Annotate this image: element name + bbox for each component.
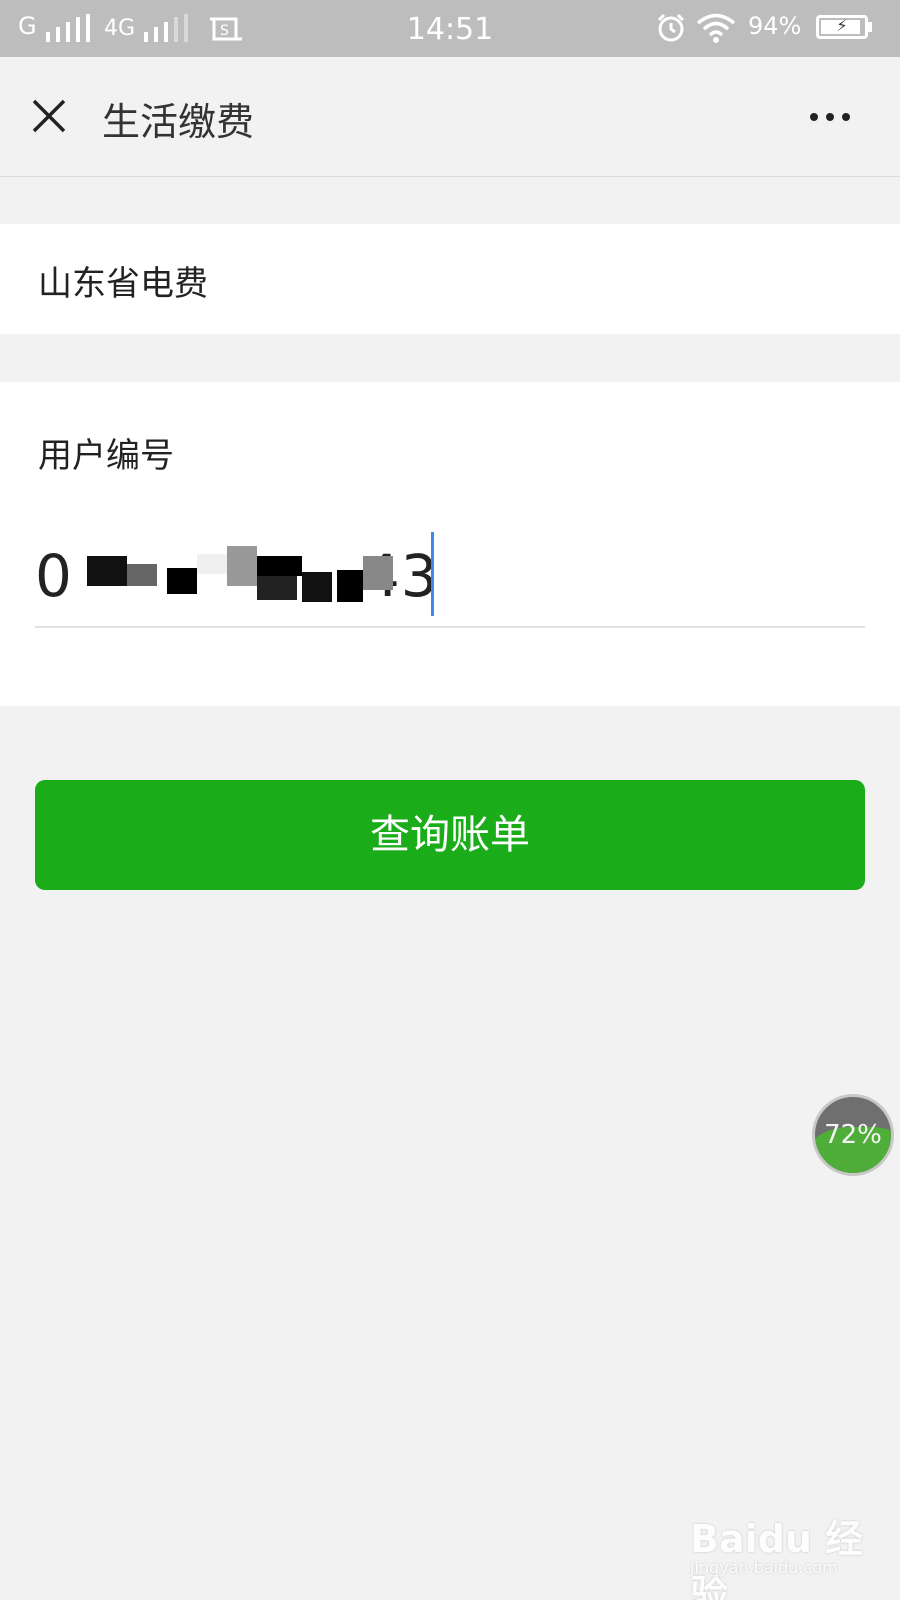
baidu-watermark: Baidu 经验 jingyan.baidu.com — [690, 1508, 890, 1600]
wifi-icon — [696, 13, 736, 43]
query-bill-button[interactable]: 查询账单 — [35, 780, 865, 890]
page-title: 生活缴费 — [102, 100, 255, 144]
watermark-brand: Baidu 经验 — [690, 1517, 864, 1600]
province-label: 山东省电费 — [38, 264, 208, 304]
account-number-label: 用户编号 — [38, 436, 174, 476]
page: G 4G S 14:51 94% ⚡ 生活缴费 山东省电费 用户编号 0 43 … — [0, 0, 900, 1600]
alarm-icon — [657, 13, 685, 42]
battery-percent: 94% — [748, 12, 802, 40]
account-number-prefix: 0 — [35, 542, 73, 610]
close-button[interactable] — [26, 93, 72, 139]
more-options-button[interactable] — [800, 97, 860, 137]
floating-progress-badge[interactable]: 72% — [812, 1094, 894, 1176]
redacted-mosaic — [87, 546, 393, 616]
text-caret — [431, 532, 434, 616]
account-section: 用户编号 0 43 — [0, 382, 900, 706]
status-bar: G 4G S 14:51 94% ⚡ — [0, 0, 900, 57]
province-selector[interactable]: 山东省电费 — [0, 224, 900, 334]
battery-icon: ⚡ — [816, 15, 868, 39]
watermark-url: jingyan.baidu.com — [690, 1558, 838, 1577]
account-number-input[interactable]: 0 43 — [35, 532, 865, 628]
app-header: 生活缴费 — [0, 57, 900, 177]
progress-percent: 72% — [824, 1120, 882, 1150]
more-icon — [810, 113, 818, 121]
battery-tip — [868, 22, 872, 32]
close-icon — [32, 99, 66, 133]
